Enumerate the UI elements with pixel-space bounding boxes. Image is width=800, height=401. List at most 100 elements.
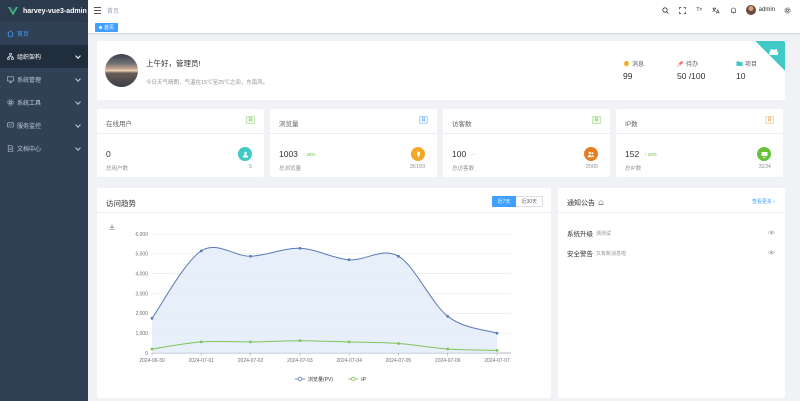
notice-item[interactable]: 系统升级 测测试 (567, 228, 775, 238)
y-tick-label: 6,000 (135, 232, 148, 238)
stat-card-sub-label: 总访客数 (452, 166, 475, 172)
day-badge: 日 (246, 116, 255, 124)
sidebar-item-label: 文档中心 (17, 147, 42, 153)
sidebar-item-system[interactable]: 系统管理 (0, 68, 88, 91)
sidebar-item-org[interactable]: 组织架构 (0, 45, 88, 68)
bell-icon[interactable] (725, 0, 742, 20)
greeting-text: 上午好，管理员! (146, 59, 201, 68)
system-icon (7, 76, 14, 83)
sidebar-item-monitor[interactable]: 服务监控 (0, 114, 88, 137)
stat-card-page-views[interactable]: 浏览量 日 1003 ↑ 26% 总浏览量 36193 (270, 109, 437, 177)
stat-card-value: 100 (452, 149, 467, 159)
font-size-glyph: Tт (696, 7, 703, 13)
monitor-icon (757, 147, 771, 161)
chevron-down-icon (75, 122, 81, 128)
day-badge: 日 (592, 116, 601, 124)
tag-home[interactable]: 首页 (95, 23, 119, 32)
github-corner[interactable] (743, 41, 785, 83)
data-point (347, 258, 351, 262)
octocat-icon (769, 49, 779, 55)
trend-up: ↑ 20% (644, 151, 657, 157)
data-point (495, 349, 499, 352)
stat-card-visitors[interactable]: 访客数 日 100 — 总访客数 2000 (443, 109, 610, 177)
range-7-days[interactable]: 近7天 (491, 196, 517, 207)
notice-item-title: 系统升级 (567, 231, 593, 238)
data-point (347, 340, 351, 344)
sidebar-item-tools[interactable]: 系统工具 (0, 91, 88, 114)
data-point (298, 339, 302, 343)
messages-value: 99 (623, 71, 633, 81)
stat-card-sub-label: 总用户数 (106, 166, 129, 172)
notice-item-sub: 测测试 (596, 230, 612, 237)
y-tick-label: 3,000 (135, 291, 148, 297)
eye-icon[interactable] (768, 250, 775, 255)
stat-card-online-users[interactable]: 在线用户 日 0 总用户数 5 (97, 109, 264, 177)
bell-icon (623, 60, 630, 67)
data-point (446, 314, 450, 318)
stat-card-value: 1003 (279, 149, 298, 159)
legend-label: IP (361, 377, 366, 383)
monitor-icon (7, 122, 14, 129)
visit-trend-chart: 0 1,000 2,000 3,000 4,000 5,000 6,000 2024-06-3… (135, 232, 511, 383)
tag-label: 首页 (104, 25, 115, 31)
user-name: admin (758, 7, 775, 13)
doc-icon (7, 145, 14, 152)
language-icon[interactable] (708, 0, 725, 20)
top-navbar: 首页 Tт admin (88, 0, 800, 20)
stat-card-sub-value: 36193 (409, 164, 425, 170)
sidebar-item-docs[interactable]: 文档中心 (0, 137, 88, 160)
fullscreen-icon[interactable] (674, 0, 691, 20)
user-menu[interactable]: admin (745, 5, 775, 15)
trend-up: ↑ 26% (302, 151, 316, 157)
range-30-days[interactable]: 近30天 (516, 196, 543, 207)
data-point (150, 316, 154, 320)
x-tick-label: 2024-07-03 (287, 358, 313, 364)
y-tick-label: 4,000 (135, 271, 148, 277)
todo-label: 待办 (686, 62, 699, 68)
trend-flat: — (471, 151, 476, 157)
todo-stat[interactable]: 待办 50 /100 (677, 59, 705, 81)
font-size-icon[interactable]: Tт (691, 0, 708, 20)
legend-marker (297, 376, 303, 382)
sidebar-item-label: 组织架构 (17, 55, 42, 61)
settings-icon[interactable] (779, 0, 796, 20)
breadcrumb[interactable]: 首页 (107, 6, 119, 15)
notice-title: 通知公告 (567, 200, 595, 207)
x-tick-label: 2024-07-01 (188, 358, 214, 364)
app-logo[interactable]: harvey-vue3-admin (0, 0, 88, 22)
sidebar-item-home[interactable]: 首页 (0, 22, 88, 45)
x-tick-label: 2024-06-30 (139, 358, 165, 364)
hamburger-icon[interactable] (94, 6, 101, 14)
navbar-tools: Tт admin (657, 0, 796, 20)
eye-icon[interactable] (768, 230, 775, 235)
series-area (152, 247, 497, 353)
sidebar-item-label: 系统工具 (17, 101, 42, 107)
view-more-link[interactable]: 查看更多 › (752, 198, 775, 205)
org-icon (7, 53, 14, 60)
chevron-down-icon (75, 145, 81, 151)
stat-card-sub-value: 3234 (758, 164, 771, 170)
legend-label: 浏览量(PV) (308, 376, 333, 383)
chevron-down-icon (75, 53, 81, 59)
sidebar-item-label: 首页 (17, 32, 30, 38)
x-tick-label: 2024-07-04 (336, 358, 362, 364)
welcome-card: 上午好，管理员! 今日天气晴朗，气温在15℃至25℃之间，东南风。 消息 99 … (97, 41, 785, 100)
notice-item[interactable]: 安全警告 又有新消息啦 (567, 248, 775, 258)
notice-item-sub: 又有新消息啦 (596, 250, 627, 257)
stat-card-ip[interactable]: IP数 日 152 ↑ 20% 总IP数 3234 (616, 109, 783, 177)
day-badge: 日 (765, 116, 774, 124)
visitor-icon (584, 147, 598, 161)
search-icon[interactable] (657, 0, 674, 20)
data-point (199, 249, 203, 253)
data-point (446, 347, 450, 351)
data-point (298, 246, 302, 250)
sidebar: harvey-vue3-admin 首页 组织架构 系统管理 系统工具 服务监控 (0, 0, 88, 401)
user-icon (238, 147, 252, 161)
todo-value: 50 /100 (677, 71, 706, 81)
data-point (199, 340, 203, 344)
messages-stat[interactable]: 消息 99 (623, 59, 644, 81)
avatar (745, 5, 756, 15)
stat-card-title: IP数 (625, 121, 638, 128)
view-more-label: 查看更多 (751, 199, 772, 205)
avatar (105, 54, 138, 87)
